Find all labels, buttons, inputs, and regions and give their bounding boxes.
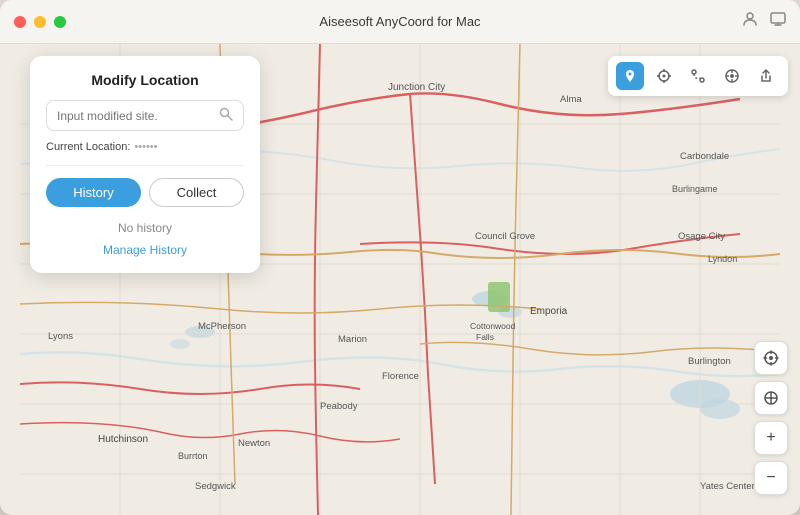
current-location-value: •••••• <box>134 141 157 153</box>
target-button[interactable] <box>650 62 678 90</box>
svg-text:Yates Center: Yates Center <box>700 481 755 492</box>
map-container[interactable]: Junction City Alma Carbondale Burlingame… <box>0 44 800 515</box>
maximize-button[interactable] <box>54 16 66 28</box>
zoom-out-button[interactable]: − <box>754 461 788 495</box>
svg-text:Council Grove: Council Grove <box>475 231 535 242</box>
svg-text:Hutchinson: Hutchinson <box>98 434 148 445</box>
monitor-icon[interactable] <box>770 11 786 32</box>
no-history-text: No history <box>46 221 244 235</box>
joystick-button[interactable] <box>718 62 746 90</box>
traffic-lights <box>14 16 66 28</box>
panel-title: Modify Location <box>46 72 244 88</box>
svg-text:Osage City: Osage City <box>678 231 725 242</box>
svg-text:McPherson: McPherson <box>198 321 246 332</box>
tab-group: History Collect <box>46 178 244 207</box>
my-location-button[interactable] <box>754 341 788 375</box>
svg-text:Carbondale: Carbondale <box>680 151 729 162</box>
svg-text:Cottonwood: Cottonwood <box>470 321 516 331</box>
collect-tab[interactable]: Collect <box>149 178 244 207</box>
compass-button[interactable] <box>754 381 788 415</box>
map-toolbar <box>608 56 788 96</box>
search-input[interactable] <box>57 109 219 123</box>
export-button[interactable] <box>752 62 780 90</box>
svg-text:Lyons: Lyons <box>48 331 73 342</box>
svg-text:Burlingame: Burlingame <box>672 184 718 194</box>
app-title: Aiseesoft AnyCoord for Mac <box>319 14 480 29</box>
svg-text:Burrton: Burrton <box>178 451 208 461</box>
current-location-label: Current Location: <box>46 141 130 153</box>
svg-text:Marion: Marion <box>338 334 367 345</box>
svg-text:Emporia: Emporia <box>530 306 568 317</box>
svg-text:Lyndon: Lyndon <box>708 254 737 264</box>
zoom-controls: + − <box>754 341 788 495</box>
svg-text:Sedgwick: Sedgwick <box>195 481 236 492</box>
user-icon[interactable] <box>742 11 758 32</box>
manage-history-link[interactable]: Manage History <box>46 243 244 257</box>
route-button[interactable] <box>684 62 712 90</box>
svg-text:Alma: Alma <box>560 94 582 105</box>
close-button[interactable] <box>14 16 26 28</box>
titlebar-actions <box>742 11 786 32</box>
current-location-row: Current Location: •••••• <box>46 141 244 166</box>
svg-text:Falls: Falls <box>476 332 494 342</box>
svg-text:Burlington: Burlington <box>688 356 731 367</box>
zoom-in-button[interactable]: + <box>754 421 788 455</box>
svg-text:Newton: Newton <box>238 438 270 449</box>
modify-location-panel: Modify Location Current Location: ••••••… <box>30 56 260 273</box>
search-box <box>46 100 244 131</box>
svg-text:Peabody: Peabody <box>320 401 358 412</box>
minimize-button[interactable] <box>34 16 46 28</box>
svg-text:Junction City: Junction City <box>388 82 445 93</box>
app-window: Aiseesoft AnyCoord for Mac <box>0 0 800 515</box>
location-pin-button[interactable] <box>616 62 644 90</box>
svg-text:Florence: Florence <box>382 371 419 382</box>
history-tab[interactable]: History <box>46 178 141 207</box>
titlebar: Aiseesoft AnyCoord for Mac <box>0 0 800 44</box>
search-icon <box>219 107 233 124</box>
